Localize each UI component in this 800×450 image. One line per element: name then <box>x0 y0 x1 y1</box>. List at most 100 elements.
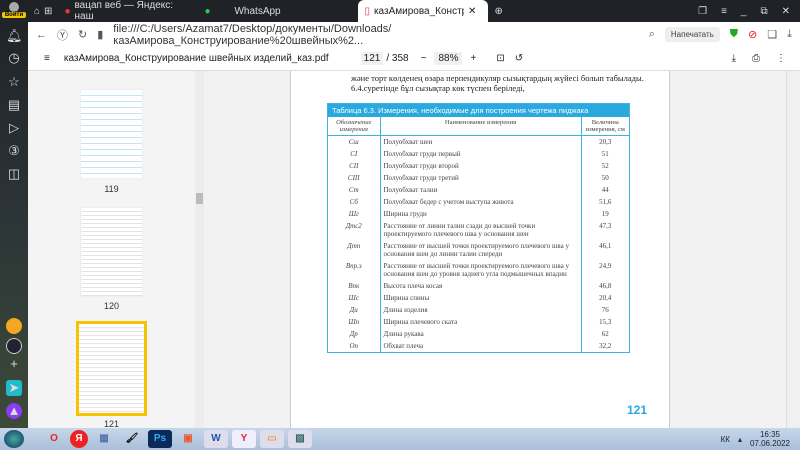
messenger-icon[interactable] <box>6 338 22 354</box>
pdf-icon: ▯ <box>364 5 370 17</box>
star-icon[interactable]: ☆ <box>6 74 22 90</box>
fit-page-icon[interactable]: ⊡ <box>496 53 504 64</box>
document-scrollbar[interactable] <box>786 71 800 428</box>
login-label: Войти <box>2 12 26 18</box>
language-indicator[interactable]: КК <box>721 435 730 444</box>
tab-home[interactable]: ⌂ ⊞ <box>28 0 58 22</box>
history-icon[interactable]: ◷ <box>6 50 22 66</box>
cell-symbol: Сш <box>328 135 381 148</box>
search-icon[interactable]: ⌕ <box>649 28 655 41</box>
cell-symbol: Сб <box>328 196 381 208</box>
cell-name: Ширина груди <box>383 210 427 218</box>
new-tab-button[interactable]: ⊕ <box>488 0 508 22</box>
cell-name: Полуобхват бедер с учетом выступа живота <box>383 198 514 206</box>
powerpoint-icon[interactable]: ▣ <box>176 430 200 448</box>
cell-value: 46,1 <box>580 240 629 260</box>
print-button[interactable]: Напечатать <box>664 27 720 42</box>
tab-whatsapp[interactable]: ● WhatsApp <box>198 0 358 22</box>
download-icon[interactable]: ⤓ <box>787 28 792 41</box>
column-header: Наименование измерения <box>380 117 581 136</box>
avatar <box>9 2 19 12</box>
opera-icon[interactable]: O <box>42 430 66 448</box>
cell-name: Расстояние от высшей точки проектируемог… <box>383 242 569 258</box>
explorer-icon[interactable]: ▭ <box>260 430 284 448</box>
photos-icon[interactable]: ▨ <box>288 430 312 448</box>
thumbnail-label: 120 <box>103 301 120 311</box>
yandex-browser-icon[interactable]: Я <box>70 430 88 448</box>
cell-symbol: СI <box>328 148 381 160</box>
table-row: Дтс2 Расстояние от линии талии сзади до в… <box>328 220 629 240</box>
table-row: Впк Высота плеча косая 46,8 <box>328 280 629 292</box>
download-icon[interactable]: ⤓ <box>732 53 736 64</box>
back-icon[interactable]: ← <box>36 29 47 41</box>
add-icon[interactable]: + <box>6 356 22 372</box>
table-row: Шп Ширина плечевого ската 15,3 <box>328 316 629 328</box>
taskbar: O Я ▦ 🖌︎ Ps ▣ W Y ▭ ▨ КК ▴ 16:35 07.06.20… <box>0 428 800 450</box>
yandex-logo-icon[interactable]: Ⓨ <box>57 27 68 43</box>
clock[interactable]: 16:35 07.06.2022 <box>750 430 790 448</box>
minimize-icon[interactable]: _ <box>741 6 747 17</box>
table-row: Сш Полуобхват шеи 20,3 <box>328 135 629 148</box>
thumbnail-119[interactable] <box>80 89 143 179</box>
login-button[interactable]: Войти <box>2 2 26 20</box>
page-text: және торт көлденең өзара перпендикуляр с… <box>351 73 651 93</box>
paint-icon[interactable]: 🖌︎ <box>120 430 144 448</box>
cell-name: Длина изделия <box>383 306 428 314</box>
screenshot-icon[interactable]: ◫ <box>6 166 22 182</box>
zoom-out-button[interactable]: − <box>421 53 427 64</box>
send-icon[interactable]: ➤ <box>6 380 22 396</box>
table-row: СII Полуобхват груди второй 52 <box>328 160 629 172</box>
bookmark-icon[interactable]: ❐ <box>698 6 707 17</box>
calculator-icon[interactable]: ▦ <box>92 430 116 448</box>
word-icon[interactable]: W <box>204 430 228 448</box>
alice-icon[interactable]: ▲ <box>6 403 22 419</box>
tab-pdf[interactable]: ▯казАмирова_Конструир ✕ <box>358 0 489 22</box>
cell-name: Расстояние от высшей точки проектируемог… <box>383 262 569 278</box>
protect-icon[interactable]: ⛊ <box>730 28 738 41</box>
menu-icon[interactable]: ≡ <box>721 6 727 17</box>
home-icon: ⌂ <box>34 5 41 17</box>
collections-icon[interactable]: ▤ <box>6 97 22 113</box>
cell-value: 19 <box>580 208 629 220</box>
close-window-icon[interactable]: ✕ <box>782 6 790 17</box>
page-total: / 358 <box>386 53 409 64</box>
play-icon[interactable]: ▷ <box>6 120 22 136</box>
thumbnail-120[interactable] <box>80 207 143 297</box>
table-row: Сб Полуобхват бедер с учетом выступа живо… <box>328 196 629 208</box>
tab-yandex[interactable]: ● вацап веб — Яндекс: наш <box>58 0 198 22</box>
restore-icon[interactable]: ⧉ <box>760 6 767 17</box>
zoom-in-button[interactable]: + <box>470 53 476 64</box>
browser-sidebar: Войти 🔔︎ ◷ ☆ ▤ ▷ ③ ◫ + ➤ ▲ <box>0 0 28 428</box>
table-row: СIII Полуобхват груди третий 50 <box>328 172 629 184</box>
extensions-icon[interactable]: ❏ <box>767 28 777 41</box>
cell-value: 46,8 <box>580 280 629 292</box>
cell-symbol: Шг <box>328 208 381 220</box>
cell-symbol: Ст <box>328 184 381 196</box>
thumbnail-scrollbar[interactable] <box>195 71 204 428</box>
tray-arrow-icon[interactable]: ▴ <box>738 435 742 444</box>
zoom-input[interactable]: 88% <box>434 52 463 65</box>
cell-symbol: СIII <box>328 172 381 184</box>
cell-value: 50 <box>580 172 629 184</box>
tabs-count-icon[interactable]: ③ <box>6 143 22 159</box>
menu-icon[interactable]: ≡ <box>44 53 50 64</box>
mail-icon[interactable] <box>6 318 22 334</box>
yandex-icon[interactable]: Y <box>232 430 256 448</box>
rotate-icon[interactable]: ↺ <box>515 53 523 64</box>
photoshop-icon[interactable]: Ps <box>148 430 172 448</box>
print-icon[interactable]: ⎙ <box>752 53 760 64</box>
page-number-input[interactable]: 121 <box>360 52 384 65</box>
close-icon[interactable]: ✕ <box>468 6 476 17</box>
adblock-icon[interactable]: ⊘ <box>748 28 757 41</box>
reload-icon[interactable]: ↻ <box>78 28 87 41</box>
thumbnail-121[interactable] <box>76 321 147 416</box>
url-field[interactable]: file:///C:/Users/Azamat7/Desktop/докумен… <box>113 23 638 47</box>
table-row: Дтп Расстояние от высшей точки проектируе… <box>328 240 629 260</box>
cell-name: Длина рукава <box>383 330 424 338</box>
cell-value: 32,2 <box>580 340 629 352</box>
cell-symbol: Шс <box>328 292 381 304</box>
bell-icon[interactable]: 🔔︎ <box>6 28 23 44</box>
start-button[interactable] <box>4 430 24 448</box>
more-icon[interactable]: ⋮ <box>776 53 786 64</box>
cell-value: 15,3 <box>580 316 629 328</box>
